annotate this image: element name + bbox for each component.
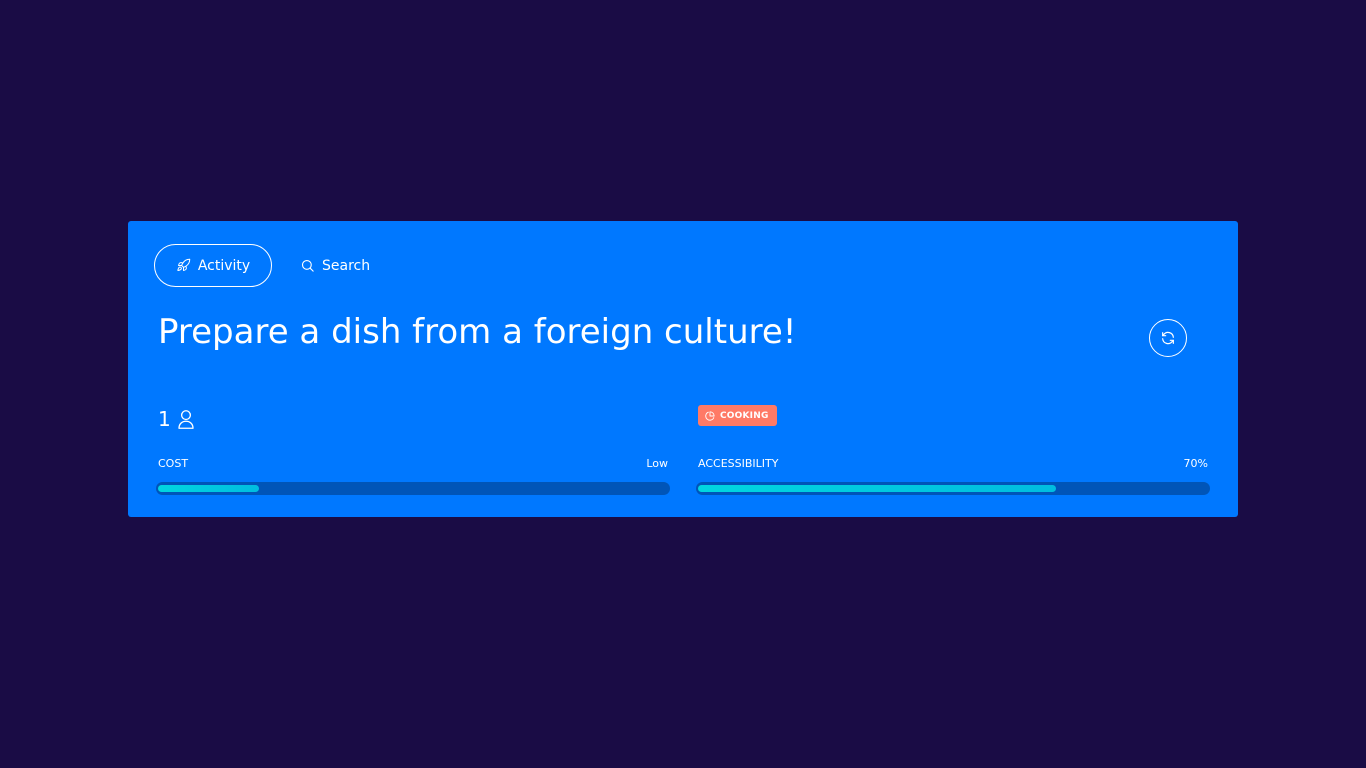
- cost-label: COST: [158, 457, 189, 470]
- accessibility-bar-track: [696, 482, 1210, 495]
- participants-count: 1: [158, 407, 195, 431]
- accessibility-label: ACCESSIBILITY: [698, 457, 779, 470]
- pie-chart-icon: [705, 410, 715, 421]
- activity-card: Activity Search Prepare a dish from a fo…: [128, 221, 1238, 517]
- participants-value: 1: [158, 407, 171, 431]
- tab-bar: Activity Search: [154, 244, 370, 287]
- activity-type-label: COOKING: [720, 410, 769, 421]
- person-icon: [178, 409, 194, 429]
- cost-bar-track: [156, 482, 670, 495]
- accessibility-metric: ACCESSIBILITY 70%: [696, 457, 1210, 495]
- tab-activity[interactable]: Activity: [154, 244, 272, 287]
- search-icon: [301, 259, 314, 272]
- activity-title: Prepare a dish from a foreign culture!: [158, 312, 797, 352]
- cost-metric: COST Low: [156, 457, 670, 495]
- tab-search-label: Search: [322, 257, 371, 274]
- tab-activity-label: Activity: [197, 257, 251, 274]
- refresh-button[interactable]: [1149, 319, 1187, 357]
- accessibility-value: 70%: [1183, 457, 1208, 470]
- cost-bar-fill: [158, 485, 259, 492]
- accessibility-bar-fill: [698, 485, 1056, 492]
- rocket-icon: [177, 258, 191, 271]
- tab-search[interactable]: Search: [300, 244, 370, 287]
- cost-value: Low: [646, 457, 668, 470]
- refresh-icon: [1162, 331, 1174, 345]
- activity-type-badge: COOKING: [698, 405, 777, 426]
